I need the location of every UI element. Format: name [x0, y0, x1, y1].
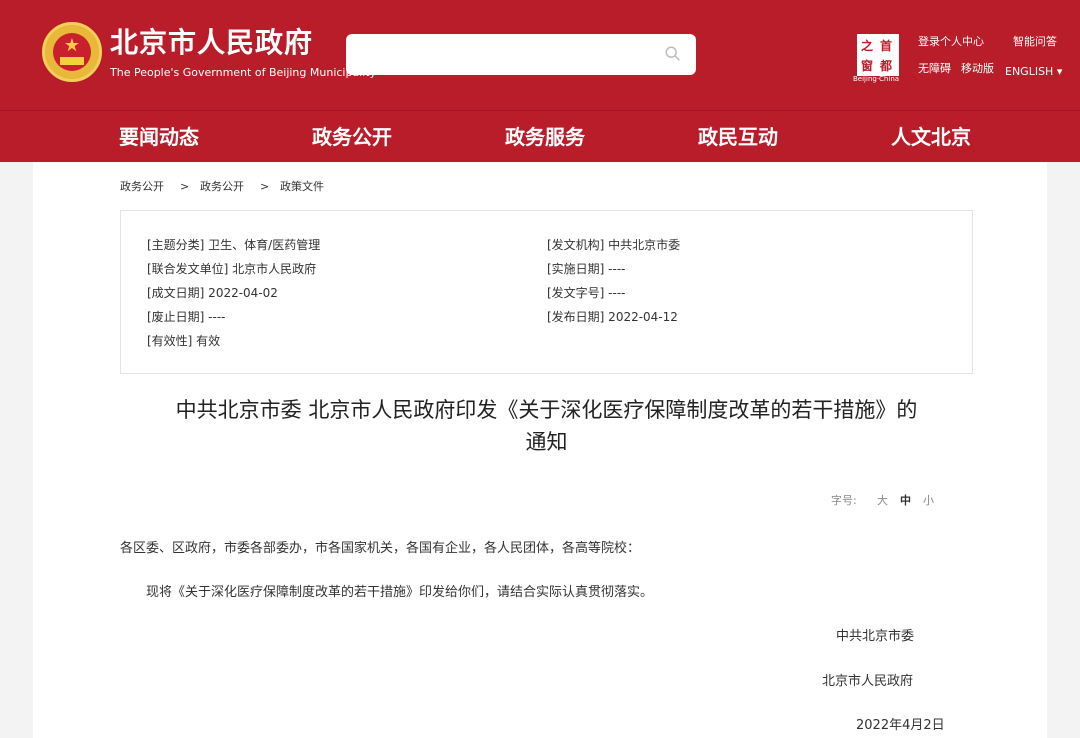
meta-doc-number: [发文字号] ---- [547, 286, 626, 300]
mobile-link[interactable]: 移动版 [961, 62, 994, 76]
logo-char: 窗 [861, 59, 874, 73]
main-nav: 要闻动态 政务公开 政务服务 政民互动 人文北京 [0, 110, 1080, 162]
capital-window-logo[interactable]: 之 首 窗 都 [857, 34, 899, 76]
nav-item-open-gov[interactable]: 政务公开 [312, 125, 392, 149]
national-emblem-icon[interactable]: ★ [42, 22, 102, 82]
nav-item-services[interactable]: 政务服务 [505, 125, 585, 149]
body-paragraph: 现将《关于深化医疗保障制度改革的若干措施》印发给你们，请结合实际认真贯彻落实。 [146, 585, 654, 600]
breadcrumb-item-open-gov[interactable]: 政务公开 [120, 180, 164, 194]
meta-created-date: [成文日期] 2022-04-02 [147, 286, 278, 300]
site-header: ★ 北京市人民政府 The People's Government of Bei… [0, 0, 1080, 110]
signature-party-committee: 中共北京市委 [836, 629, 915, 644]
signature-government: 北京市人民政府 [822, 674, 914, 689]
font-size-medium[interactable]: 中 [900, 494, 911, 508]
meta-validity: [有效性] 有效 [147, 334, 221, 348]
meta-issuer: [发文机构] 中共北京市委 [547, 238, 681, 252]
site-title[interactable]: 北京市人民政府 [110, 26, 313, 60]
meta-topic: [主题分类] 卫生、体育/医药管理 [147, 238, 321, 252]
font-size-label: 字号: [831, 494, 857, 507]
logo-char: 都 [880, 59, 893, 73]
meta-joint-issuer: [联合发文单位] 北京市人民政府 [147, 262, 317, 276]
capital-logo-caption: Beijing·China [853, 75, 900, 83]
article-title-line: 通知 [525, 430, 568, 454]
article-title: 中共北京市委 北京市人民政府印发《关于深化医疗保障制度改革的若干措施》的 通知 [120, 394, 973, 458]
article-title-line: 中共北京市委 北京市人民政府印发《关于深化医疗保障制度改革的若干措施》的 [175, 398, 918, 422]
logo-char: 首 [880, 39, 893, 53]
nav-item-culture[interactable]: 人文北京 [891, 125, 971, 149]
breadcrumb-separator: > [180, 180, 190, 193]
accessibility-link[interactable]: 无障碍 [918, 62, 951, 76]
font-size-large[interactable]: 大 [877, 494, 888, 508]
english-link[interactable]: ENGLISH ▾ [1005, 65, 1062, 79]
breadcrumb-item-open-gov-2[interactable]: 政务公开 [200, 180, 244, 194]
meta-effective-date: [实施日期] ---- [547, 262, 626, 276]
meta-publish-date: [发布日期] 2022-04-12 [547, 310, 678, 324]
nav-item-interaction[interactable]: 政民互动 [698, 125, 778, 149]
search-icon[interactable] [664, 45, 682, 63]
nav-item-news[interactable]: 要闻动态 [119, 125, 199, 149]
smart-qa-link[interactable]: 智能问答 [1013, 35, 1057, 49]
breadcrumb-item-policy[interactable]: 政策文件 [280, 180, 324, 194]
search-input[interactable] [346, 34, 696, 75]
meta-expiry-date: [废止日期] ---- [147, 310, 226, 324]
salutation: 各区委、区政府，市委各部委办，市各国家机关，各国有企业，各人民团体，各高等院校： [120, 541, 641, 556]
document-date: 2022年4月2日 [856, 718, 945, 733]
site-subtitle: The People's Government of Beijing Munic… [110, 66, 377, 79]
font-size-small[interactable]: 小 [923, 494, 934, 508]
login-link[interactable]: 登录个人中心 [918, 35, 984, 49]
breadcrumb-separator: > [260, 180, 270, 193]
logo-char: 之 [861, 39, 874, 53]
